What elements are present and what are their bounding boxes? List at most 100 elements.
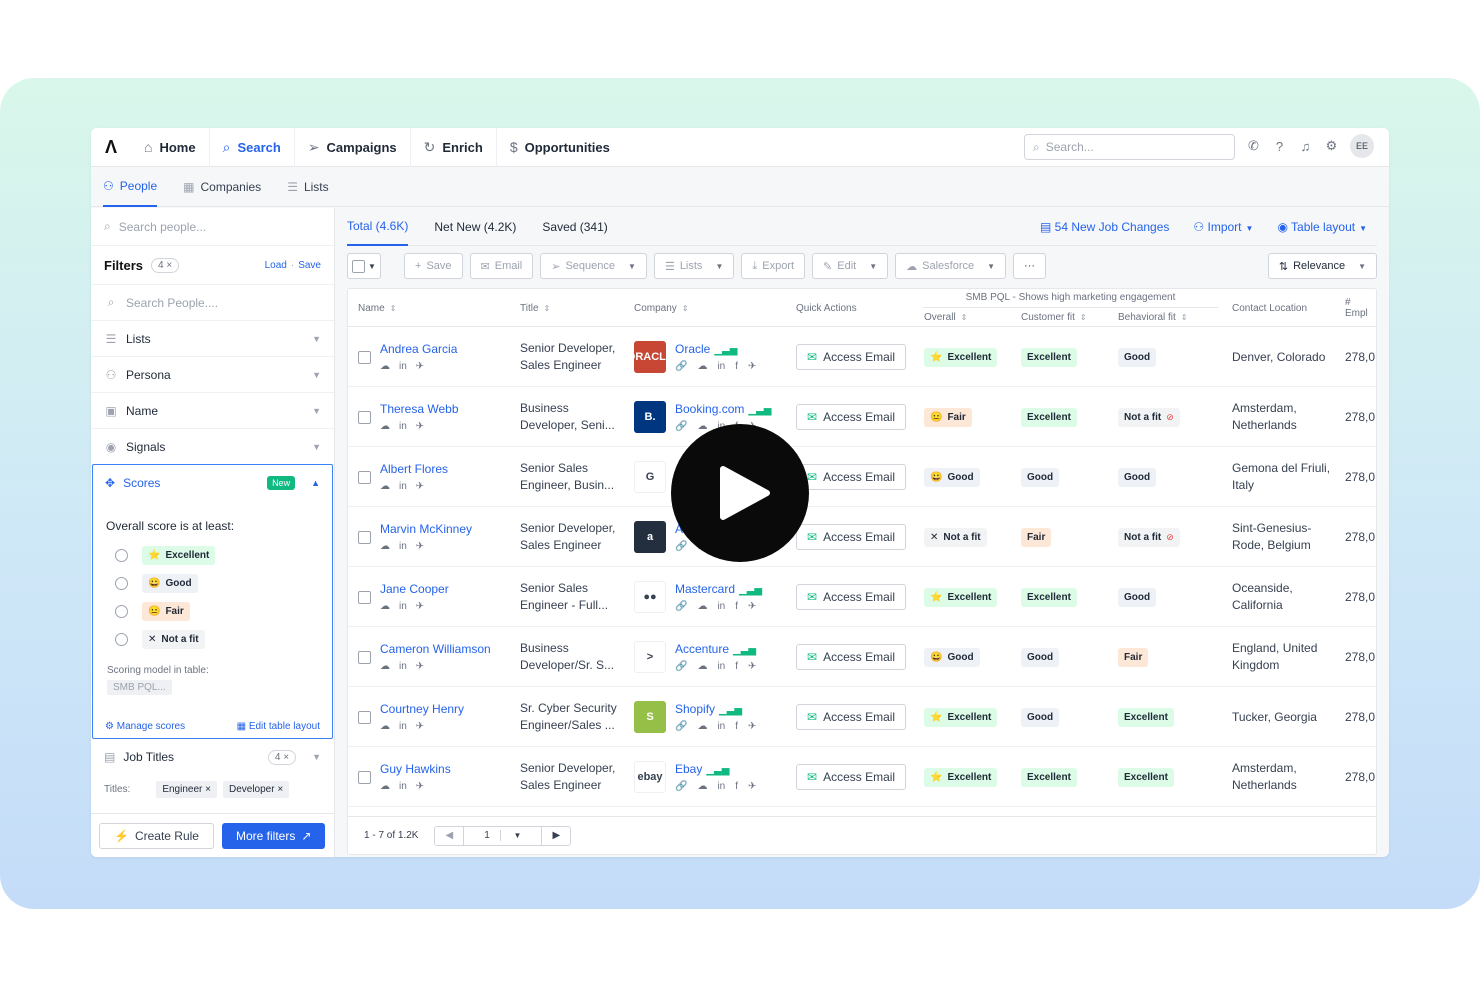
tab-total[interactable]: Total (4.6K) — [347, 208, 409, 246]
more-filters-button[interactable]: More filters ↗ — [221, 822, 326, 849]
select-all-dropdown[interactable]: ▼ — [347, 253, 381, 279]
company-name-link[interactable]: Shopify ▁▃▅ — [675, 702, 756, 716]
row-checkbox[interactable] — [358, 650, 371, 664]
twitter-icon[interactable]: ✈ — [416, 661, 424, 672]
linkedin-icon[interactable]: in — [399, 721, 407, 732]
filter-search-people[interactable]: ⌕ Search People.... — [91, 284, 334, 320]
twitter-icon[interactable]: ✈ — [416, 781, 424, 792]
row-checkbox[interactable] — [358, 530, 371, 544]
row-checkbox[interactable] — [358, 770, 371, 784]
contact-name-link[interactable]: Albert Flores — [380, 462, 448, 476]
table-row[interactable]: Marvin McKinney ☁ in ✈ Senior Developer, Sal… — [348, 507, 1376, 567]
chip-developer[interactable]: Developer × — [222, 780, 290, 798]
twitter-icon[interactable]: ✈ — [748, 781, 756, 792]
radio-button[interactable] — [115, 632, 128, 646]
global-search-input[interactable]: ⌕ Search... — [1024, 134, 1235, 160]
import-button[interactable]: ⚇ Import ▼ — [1193, 220, 1253, 234]
facebook-icon[interactable]: f — [735, 601, 738, 612]
nav-search[interactable]: ⌕ Search — [210, 128, 295, 167]
linkedin-icon[interactable]: in — [399, 421, 407, 432]
nav-campaigns[interactable]: ➢ Campaigns — [295, 128, 411, 167]
col-company[interactable]: Company ⇕ — [634, 289, 689, 327]
salesforce-icon[interactable]: ☁ — [380, 421, 390, 432]
access-email-button[interactable]: ✉ Access Email — [796, 464, 907, 490]
link-icon[interactable]: 🔗 — [675, 781, 687, 792]
salesforce-icon[interactable]: ☁ — [697, 601, 707, 612]
score-option-excellent[interactable]: ⭐ Excellent — [93, 541, 332, 569]
contact-name-link[interactable]: Courtney Henry — [380, 702, 464, 716]
col-overall[interactable]: Overall ⇕ — [924, 307, 967, 327]
row-checkbox[interactable] — [358, 590, 371, 604]
contact-name-link[interactable]: Jane Cooper — [380, 582, 449, 596]
score-option-not-a-fit[interactable]: ✕ Not a fit — [93, 625, 332, 653]
scoring-model-select[interactable]: SMB PQL... — [107, 680, 172, 695]
linkedin-icon[interactable]: in — [717, 661, 725, 672]
sort-relevance-dropdown[interactable]: ⇅ Relevance ▼ — [1267, 253, 1377, 279]
salesforce-icon[interactable]: ☁ — [380, 781, 390, 792]
access-email-button[interactable]: ✉ Access Email — [796, 764, 907, 790]
edit-button[interactable]: ✎ Edit ▼ — [812, 253, 889, 279]
scores-filter-header[interactable]: ✥ Scores New ▲ — [93, 465, 332, 501]
video-play-button[interactable] — [671, 424, 809, 562]
linkedin-icon[interactable]: in — [717, 721, 725, 732]
table-row[interactable]: Andrea Garcia ☁ in ✈ Senior Developer, Sales… — [348, 327, 1376, 387]
row-checkbox[interactable] — [358, 410, 371, 424]
twitter-icon[interactable]: ✈ — [748, 361, 756, 372]
salesforce-icon[interactable]: ☁ — [380, 541, 390, 552]
help-icon[interactable]: ? — [1272, 139, 1287, 154]
linkedin-icon[interactable]: in — [399, 541, 407, 552]
table-row[interactable]: Cameron Williamson ☁ in ✈ Business Developer… — [348, 627, 1376, 687]
contact-name-link[interactable]: Marvin McKinney — [380, 522, 472, 536]
table-layout-button[interactable]: ◉ Table layout ▼ — [1277, 220, 1367, 234]
contact-name-link[interactable]: Theresa Webb — [380, 402, 459, 416]
load-filters-link[interactable]: Load — [265, 260, 287, 271]
link-icon[interactable]: 🔗 — [675, 721, 687, 732]
more-actions-button[interactable]: ··· — [1013, 253, 1047, 279]
col-customer-fit[interactable]: Customer fit ⇕ — [1021, 307, 1087, 327]
facebook-icon[interactable]: f — [735, 721, 738, 732]
contact-name-link[interactable]: Cameron Williamson — [380, 642, 491, 656]
lists-button[interactable]: ☰ Lists ▼ — [653, 253, 735, 279]
gear-icon[interactable]: ⚙ — [1324, 138, 1339, 154]
export-button[interactable]: ⤓ Export — [741, 253, 806, 279]
bell-icon[interactable]: ♫ — [1298, 139, 1313, 154]
page-select[interactable]: 1 ▼ — [464, 826, 543, 845]
filter-job-titles[interactable]: ▤ Job Titles 4 × ▼ — [91, 739, 334, 775]
salesforce-icon[interactable]: ☁ — [697, 781, 707, 792]
access-email-button[interactable]: ✉ Access Email — [796, 704, 907, 730]
twitter-icon[interactable]: ✈ — [416, 421, 424, 432]
salesforce-icon[interactable]: ☁ — [380, 601, 390, 612]
sequence-button[interactable]: ➢ Sequence ▼ — [540, 253, 647, 279]
filter-name[interactable]: ▣ Name ▼ — [91, 392, 334, 428]
salesforce-button[interactable]: ☁ Salesforce ▼ — [895, 253, 1007, 279]
linkedin-icon[interactable]: in — [399, 601, 407, 612]
save-button[interactable]: + Save — [404, 253, 463, 279]
radio-button[interactable] — [115, 576, 128, 590]
access-email-button[interactable]: ✉ Access Email — [796, 644, 907, 670]
company-name-link[interactable]: Ebay ▁▃▅ — [675, 762, 756, 776]
twitter-icon[interactable]: ✈ — [416, 361, 424, 372]
salesforce-icon[interactable]: ☁ — [697, 421, 707, 432]
linkedin-icon[interactable]: in — [399, 781, 407, 792]
prev-page-button[interactable]: ◀ — [435, 826, 465, 845]
radio-button[interactable] — [115, 548, 128, 562]
access-email-button[interactable]: ✉ Access Email — [796, 344, 907, 370]
link-icon[interactable]: 🔗 — [675, 541, 687, 552]
company-name-link[interactable]: Accenture ▁▃▅ — [675, 642, 756, 656]
linkedin-icon[interactable]: in — [717, 601, 725, 612]
salesforce-icon[interactable]: ☁ — [380, 661, 390, 672]
select-all-checkbox[interactable] — [352, 259, 365, 273]
chip-engineer[interactable]: Engineer × — [156, 780, 217, 798]
avatar[interactable]: EE — [1350, 134, 1374, 158]
access-email-button[interactable]: ✉ Access Email — [796, 404, 907, 430]
twitter-icon[interactable]: ✈ — [748, 601, 756, 612]
linkedin-icon[interactable]: in — [399, 661, 407, 672]
manage-scores-link[interactable]: ⚙ Manage scores — [105, 721, 185, 732]
tab-companies[interactable]: ▦ Companies — [183, 167, 261, 207]
filters-count-badge[interactable]: 4 × — [151, 257, 180, 273]
table-row[interactable]: Albert Flores ☁ in ✈ Senior Sales Engineer, … — [348, 447, 1376, 507]
linkedin-icon[interactable]: in — [717, 781, 725, 792]
linkedin-icon[interactable]: in — [399, 361, 407, 372]
facebook-icon[interactable]: f — [735, 361, 738, 372]
app-logo[interactable]: Λ — [91, 128, 131, 167]
